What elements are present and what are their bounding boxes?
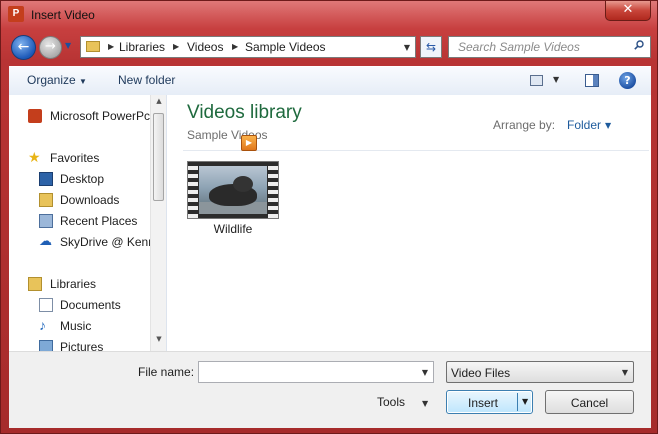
command-toolbar: Organize ▼ New folder ▼ ? [9,66,651,96]
nav-item-music[interactable]: ♪ Music [9,316,157,336]
title-bar: P Insert Video ✕ [1,1,657,31]
downloads-icon [39,193,53,207]
file-type-select[interactable]: Video Files ▼ [446,361,634,383]
breadcrumb-sample-videos[interactable]: Sample Videos [245,40,326,54]
desktop-icon [39,172,53,186]
folder-icon [86,41,100,52]
nav-item-favorites[interactable]: ★ Favorites [9,148,157,168]
nav-item-downloads[interactable]: Downloads [9,190,157,210]
file-list-area: Videos library Sample Videos Arrange by:… [167,95,651,351]
nav-scrollbar[interactable]: ▲ ▼ [150,95,166,351]
recent-locations-chevron-icon[interactable]: ▼ [65,41,75,53]
scroll-up-icon[interactable]: ▲ [151,97,166,111]
nav-item-pictures[interactable]: Pictures [9,337,157,351]
change-view-icon[interactable] [530,75,543,86]
arrange-by-chevron-icon[interactable]: ▼ [605,121,611,130]
video-thumbnail-wildlife[interactable] [187,161,279,219]
navigation-row: ← → ▼ ▶ Libraries ▶ Videos ▶ Sample Vide… [1,31,657,65]
seal-head-shape [233,176,253,192]
cancel-button[interactable]: Cancel [545,390,634,414]
close-button[interactable]: ✕ [605,1,651,21]
insert-split-divider [517,393,518,411]
film-strip [268,162,278,218]
refresh-button[interactable]: ⇆ [420,36,442,58]
nav-item-skydrive[interactable]: ☁ SkyDrive @ Kenn [9,232,157,252]
preview-pane-icon[interactable] [585,74,599,87]
tools-button[interactable]: Tools [377,395,405,409]
help-icon[interactable]: ? [619,72,636,89]
breadcrumb-arrow-icon[interactable]: ▶ [108,42,114,51]
powerpoint-icon [28,109,42,123]
search-box[interactable]: Search Sample Videos [448,36,651,58]
insert-video-dialog: P Insert Video ✕ ← → ▼ ▶ Libraries ▶ Vid… [0,0,658,434]
back-button[interactable]: ← [11,35,36,60]
breadcrumb-arrow-icon[interactable]: ▶ [232,42,238,51]
nav-item-powerpoint[interactable]: Microsoft PowerPc [9,106,157,126]
breadcrumb-videos[interactable]: Videos [187,40,223,54]
video-name-label[interactable]: Wildlife [187,222,279,236]
insert-button[interactable]: Insert ▼ [446,390,533,414]
organize-button[interactable]: Organize ▼ [27,73,87,87]
scroll-thumb[interactable] [153,113,164,201]
file-name-label: File name: [138,365,195,379]
pictures-icon [39,340,53,351]
tools-dropdown-icon[interactable]: ▼ [422,399,428,408]
insert-dropdown-icon[interactable]: ▼ [522,397,528,406]
address-dropdown-icon[interactable]: ▼ [404,43,410,52]
libraries-icon [28,277,42,291]
video-play-icon: ▶ [241,135,257,151]
nav-item-recent-places[interactable]: Recent Places [9,211,157,231]
file-type-dropdown-icon[interactable]: ▼ [622,368,628,377]
documents-icon [39,298,53,312]
search-icon[interactable] [634,40,644,50]
film-strip [188,162,198,218]
file-name-dropdown-icon[interactable]: ▼ [422,368,428,377]
breadcrumb-arrow-icon[interactable]: ▶ [173,42,179,51]
view-dropdown-icon[interactable]: ▼ [553,75,559,84]
recent-places-icon [39,214,53,228]
video-frame-image [199,166,267,214]
nav-item-desktop[interactable]: Desktop [9,169,157,189]
window-title: Insert Video [31,8,95,22]
scroll-down-icon[interactable]: ▼ [151,335,166,349]
file-type-value: Video Files [451,366,511,380]
arrange-by-dropdown[interactable]: Folder [567,118,601,132]
arrange-by-label: Arrange by: [493,118,556,132]
music-icon: ♪ [39,317,46,333]
new-folder-button[interactable]: New folder [118,73,175,87]
star-icon: ★ [28,149,41,165]
dialog-footer: File name: ▼ Video Files ▼ Tools ▼ Inser… [9,351,651,428]
breadcrumb-libraries[interactable]: Libraries [119,40,165,54]
forward-button[interactable]: → [39,36,62,59]
navigation-pane: Microsoft PowerPc ★ Favorites Desktop Do… [9,95,167,351]
powerpoint-app-icon: P [8,6,24,22]
insert-label: Insert [468,396,499,410]
cancel-label: Cancel [570,396,609,410]
nav-item-libraries[interactable]: Libraries [9,274,157,294]
address-bar[interactable]: ▶ Libraries ▶ Videos ▶ Sample Videos ▼ [80,36,416,58]
nav-item-documents[interactable]: Documents [9,295,157,315]
skydrive-icon: ☁ [39,233,52,248]
library-title: Videos library [187,102,302,123]
search-placeholder[interactable]: Search Sample Videos [458,40,580,54]
file-name-input[interactable]: ▼ [198,361,434,383]
